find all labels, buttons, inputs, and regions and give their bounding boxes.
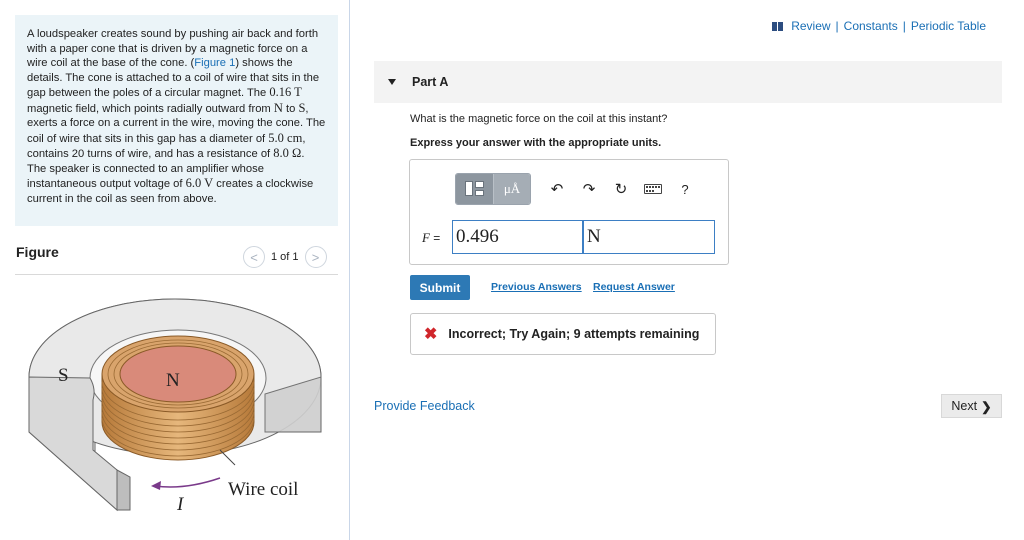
next-figure-button[interactable]: > xyxy=(304,246,327,268)
question-text: What is the magnetic force on the coil a… xyxy=(410,113,668,125)
error-x-icon: ✖ xyxy=(424,326,438,343)
units-button[interactable]: μÅ xyxy=(493,174,530,204)
reset-button[interactable]: ↻ xyxy=(605,174,637,204)
help-button[interactable]: ? xyxy=(669,174,701,204)
constants-link[interactable]: Constants xyxy=(844,19,898,33)
variable-label: F = xyxy=(422,230,441,245)
provide-feedback-link[interactable]: Provide Feedback xyxy=(374,399,475,413)
help-icon: ? xyxy=(681,181,689,197)
keyboard-button[interactable] xyxy=(637,174,669,204)
left-panel: A loudspeaker creates sound by pushing a… xyxy=(0,0,350,540)
feedback-text: Incorrect; Try Again; 9 attempts remaini… xyxy=(448,327,700,341)
request-answer-link[interactable]: Request Answer xyxy=(593,281,675,293)
part-a-header[interactable]: Part A xyxy=(374,61,1002,103)
templates-button[interactable] xyxy=(456,174,493,204)
redo-icon: ↷ xyxy=(582,181,596,198)
figure-link[interactable]: Figure 1 xyxy=(194,57,235,69)
label-n: N xyxy=(166,370,180,391)
label-s: S xyxy=(58,365,69,386)
previous-answers-link[interactable]: Previous Answers xyxy=(491,281,582,293)
undo-icon: ↶ xyxy=(550,181,564,198)
speaker-magnet-figure: S N Wire coil I xyxy=(28,298,322,515)
figure-divider xyxy=(15,274,338,275)
math-toolbar: μÅ ↶ ↷ ↻ ? xyxy=(455,173,701,205)
submit-button[interactable]: Submit xyxy=(410,275,470,300)
label-current: I xyxy=(176,494,185,515)
resource-links: Review | Constants | Periodic Table xyxy=(772,19,986,33)
redo-button[interactable]: ↷ xyxy=(573,174,605,204)
figure-page-count: 1 of 1 xyxy=(271,251,299,263)
review-link[interactable]: Review xyxy=(791,19,830,33)
instruction-text: Express your answer with the appropriate… xyxy=(410,137,662,149)
undo-button[interactable]: ↶ xyxy=(541,174,573,204)
answer-panel: μÅ ↶ ↷ ↻ ? F = 0.496 N xyxy=(409,159,729,265)
label-wire-coil: Wire coil xyxy=(228,479,298,500)
chevron-right-icon: ❯ xyxy=(981,399,992,414)
figure-pager: < 1 of 1 > xyxy=(243,246,327,268)
answer-unit-input[interactable]: N xyxy=(583,220,715,254)
units-icon: μÅ xyxy=(503,181,521,196)
periodic-table-link[interactable]: Periodic Table xyxy=(911,19,986,33)
collapse-caret-icon xyxy=(388,79,396,85)
chevron-right-icon: > xyxy=(311,249,320,265)
reset-icon: ↻ xyxy=(614,181,628,198)
part-label: Part A xyxy=(412,75,449,89)
template-icon xyxy=(464,180,485,198)
template-group: μÅ xyxy=(455,173,531,205)
book-icon xyxy=(772,21,784,31)
prev-figure-button[interactable]: < xyxy=(243,246,265,268)
answer-value-input[interactable]: 0.496 xyxy=(452,220,583,254)
problem-statement: A loudspeaker creates sound by pushing a… xyxy=(15,15,338,226)
figure-heading: Figure xyxy=(16,244,59,260)
keyboard-icon xyxy=(644,184,662,194)
feedback-message: ✖ Incorrect; Try Again; 9 attempts remai… xyxy=(410,313,716,355)
next-button[interactable]: Next ❯ xyxy=(941,394,1002,418)
chevron-left-icon: < xyxy=(250,249,258,265)
